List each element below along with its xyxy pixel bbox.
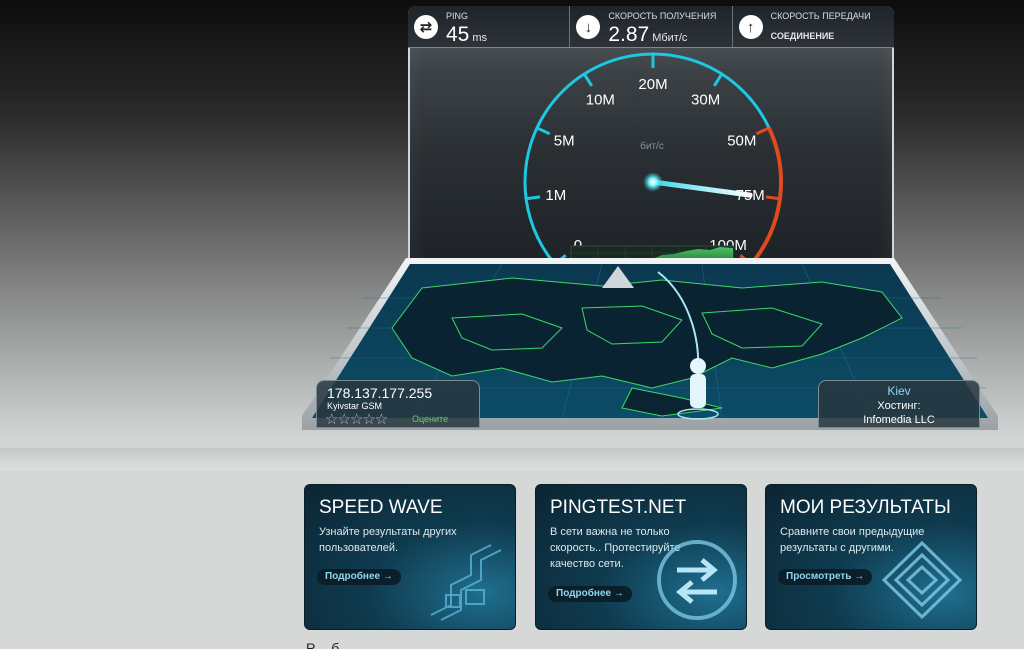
exchange-arrows-icon (657, 540, 737, 620)
gauge-tick (536, 126, 551, 136)
speed-gauge: 01М5М10М20М30М50М75М100М бит/с (523, 52, 783, 269)
upload-label: СКОРОСТЬ ПЕРЕДАЧИ (770, 11, 871, 21)
needle-hub (643, 172, 663, 192)
floor-band (0, 448, 1024, 472)
gauge-tick (525, 195, 541, 201)
view-button[interactable]: Просмотреть → (778, 569, 873, 585)
client-info-panel: 178.137.177.255 Kyivstar GSM ☆☆☆☆☆ Оцени… (316, 380, 480, 428)
ping-label: PING (446, 11, 469, 21)
card-speed-wave[interactable]: SPEED WAVE Узнайте результаты других пол… (304, 484, 516, 630)
card-title: PINGTEST.NET (550, 497, 687, 518)
upload-stat: ↑ СКОРОСТЬ ПЕРЕДАЧИ СОЕДИНЕНИЕ (733, 6, 894, 47)
gauge-labels: 01М5М10М20М30М50М75М100М (545, 76, 764, 254)
host-name: Infomedia LLC (863, 414, 935, 426)
card-title: МОИ РЕЗУЛЬТАТЫ (780, 497, 951, 518)
gauge-tick (582, 73, 594, 87)
down-arrow-icon: ↓ (576, 15, 601, 39)
server-info-panel: Kiev Хостинг: Infomedia LLC (818, 380, 980, 428)
card-title: SPEED WAVE (319, 497, 443, 518)
upload-status: СОЕДИНЕНИЕ (770, 31, 835, 41)
card-pingtest[interactable]: PINGTEST.NET В сети важна не только скор… (535, 484, 747, 630)
gauge-tick (765, 195, 781, 201)
rate-label[interactable]: Оцените (412, 414, 448, 424)
stats-bar: ⇄ PING 45 ms ↓ СКОРОСТЬ ПОЛУЧЕНИЯ 2.87 Мби… (408, 6, 894, 48)
ping-icon: ⇄ (414, 15, 438, 39)
gauge-tick-label: 5М (554, 133, 575, 150)
client-ip: 178.137.177.255 (327, 385, 433, 401)
gauge-tick (755, 126, 770, 136)
footer-text: Р б (306, 640, 346, 649)
host-label: Хостинг: (877, 400, 921, 412)
gauge-tick (712, 73, 724, 87)
download-stat: ↓ СКОРОСТЬ ПОЛУЧЕНИЯ 2.87 Мбит/с (570, 6, 733, 47)
gauge-unit-label: бит/с (640, 140, 664, 152)
rhombus-icon (881, 540, 963, 620)
gauge-tick-label: 1М (545, 187, 566, 204)
details-button[interactable]: Подробнее → (548, 586, 632, 602)
ping-value: 45 ms (446, 23, 488, 46)
rating-stars[interactable]: ☆☆☆☆☆ (325, 410, 388, 428)
gauge-tick-label: 20М (638, 76, 667, 93)
details-button[interactable]: Подробнее → (317, 569, 401, 585)
ping-stat: ⇄ PING 45 ms (408, 6, 571, 47)
gauge-tick-label: 30М (691, 91, 720, 108)
server-city[interactable]: Kiev (819, 384, 979, 398)
gauge-tick-label: 10М (586, 91, 615, 108)
card-my-results[interactable]: МОИ РЕЗУЛЬТАТЫ Сравните свои предыдущие … (765, 484, 977, 630)
up-arrow-icon: ↑ (738, 15, 763, 39)
download-label: СКОРОСТЬ ПОЛУЧЕНИЯ (608, 11, 717, 21)
download-value: 2.87 Мбит/с (608, 23, 688, 46)
cubes-icon (430, 544, 502, 621)
gauge-tick-label: 50М (727, 133, 756, 150)
